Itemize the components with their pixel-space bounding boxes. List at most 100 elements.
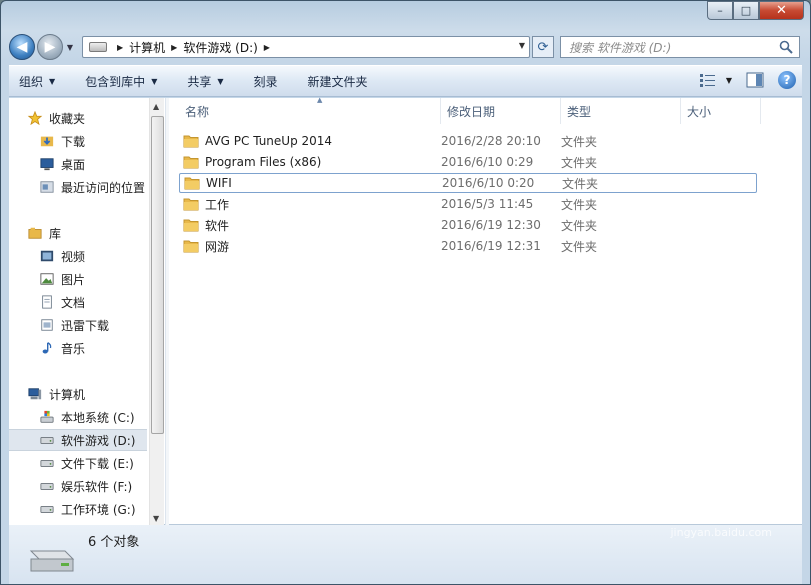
- sidebar-item-pictures[interactable]: 图片: [39, 268, 164, 290]
- forward-arrow-icon: ▶: [44, 39, 56, 55]
- breadcrumb-separator-icon[interactable]: ▶: [171, 43, 177, 52]
- refresh-icon: ⟳: [537, 39, 549, 55]
- sidebar-item-label: 迅雷下载: [61, 318, 110, 333]
- sidebar-item-recent-places[interactable]: 最近访问的位置: [39, 176, 164, 198]
- sidebar-item-drive-g[interactable]: 工作环境 (G:): [39, 498, 164, 520]
- documents-icon: [42, 295, 52, 309]
- share-label: 共享: [187, 74, 212, 89]
- sidebar-item-label: 本地系统 (C:): [61, 410, 135, 425]
- chevron-down-icon: ▼: [217, 76, 224, 86]
- include-in-library-label: 包含到库中: [85, 74, 146, 89]
- sidebar-item-desktop[interactable]: 桌面: [39, 153, 164, 175]
- sidebar-item-label: 视频: [61, 249, 86, 264]
- chevron-down-icon: ▼: [49, 76, 56, 86]
- video-icon: [40, 250, 54, 262]
- column-header-label: 类型: [567, 104, 592, 119]
- sidebar-item-label: 图片: [61, 272, 86, 287]
- change-view-button[interactable]: ▼: [699, 73, 732, 87]
- new-folder-button[interactable]: 新建文件夹: [308, 73, 368, 90]
- help-button[interactable]: ?: [778, 71, 796, 89]
- column-header-name[interactable]: 名称 ▲: [179, 96, 441, 124]
- star-icon: [27, 111, 43, 125]
- file-type: 文件夹: [561, 197, 598, 212]
- drive-icon: [40, 505, 54, 513]
- breadcrumb-separator-icon[interactable]: ▶: [264, 43, 270, 52]
- sidebar-item-drive-f[interactable]: 娱乐软件 (F:): [39, 475, 164, 497]
- file-row[interactable]: 工作 2016/5/3 11:45 文件夹: [179, 194, 757, 214]
- file-row[interactable]: 软件 2016/6/19 12:30 文件夹: [179, 215, 757, 235]
- refresh-button[interactable]: ⟳: [532, 36, 554, 58]
- file-row[interactable]: AVG PC TuneUp 2014 2016/2/28 20:10 文件夹: [179, 131, 757, 151]
- drive-icon: [89, 42, 107, 52]
- close-button[interactable]: ✕: [759, 1, 804, 20]
- preview-pane-button[interactable]: [746, 72, 764, 88]
- sidebar-item-label: 文件下载 (E:): [61, 456, 134, 471]
- command-bar-right: ▼ ?: [686, 71, 796, 89]
- file-type: 文件夹: [561, 155, 598, 170]
- file-row[interactable]: 网游 2016/6/19 12:31 文件夹: [179, 236, 757, 256]
- search-input[interactable]: 搜索 软件游戏 (D:): [569, 39, 671, 56]
- drive-large-icon: [29, 550, 75, 572]
- drive-icon: [40, 482, 54, 490]
- file-name: 网游: [205, 239, 230, 254]
- burn-button[interactable]: 刻录: [254, 73, 278, 90]
- sidebar-item-label: 文档: [61, 295, 86, 310]
- file-type: 文件夹: [561, 134, 598, 149]
- back-button[interactable]: ◀: [9, 34, 35, 60]
- forward-button[interactable]: ▶: [37, 34, 63, 60]
- address-history-dropdown[interactable]: ▼: [519, 41, 525, 50]
- column-header-date[interactable]: 修改日期: [441, 98, 561, 124]
- sidebar-item-libraries[interactable]: 库: [27, 222, 164, 244]
- recent-pages-dropdown[interactable]: ▼: [64, 43, 76, 52]
- column-header-size[interactable]: 大小: [681, 98, 761, 124]
- sidebar-item-videos[interactable]: 视频: [39, 245, 164, 267]
- sidebar-item-documents[interactable]: 文档: [39, 291, 164, 313]
- minimize-button[interactable]: –: [707, 1, 733, 20]
- folder-icon: [183, 198, 199, 211]
- drive-icon: [40, 436, 54, 444]
- sidebar-item-downloads[interactable]: 下载: [39, 130, 164, 152]
- folder-icon: [183, 219, 199, 232]
- column-header-type[interactable]: 类型: [561, 98, 681, 124]
- file-date: 2016/5/3 11:45: [441, 197, 534, 211]
- command-bar: 组织 ▼ 包含到库中 ▼ 共享 ▼ 刻录 新建文件夹 ▼ ?: [9, 65, 802, 97]
- file-row[interactable]: Program Files (x86) 2016/6/10 0:29 文件夹: [179, 152, 757, 172]
- sidebar-item-computer[interactable]: 计算机: [27, 383, 164, 405]
- desktop-icon: [40, 158, 54, 171]
- sidebar-item-xunlei-downloads[interactable]: 迅雷下载: [39, 314, 164, 336]
- navigation-scrollbar[interactable]: ▲ ▼: [149, 98, 164, 525]
- include-in-library-menu[interactable]: 包含到库中 ▼: [85, 73, 157, 90]
- file-name: 软件: [205, 218, 230, 233]
- file-row[interactable]: WIFI 2016/6/10 0:20 文件夹: [179, 173, 757, 193]
- scroll-down-arrow-icon[interactable]: ▼: [153, 514, 159, 523]
- sidebar-item-drive-c[interactable]: 本地系统 (C:): [39, 406, 164, 428]
- file-name: AVG PC TuneUp 2014: [205, 134, 333, 148]
- address-bar[interactable]: ▶ 计算机 ▶ 软件游戏 (D:) ▶ ▼: [82, 36, 530, 58]
- drive-icon: [40, 459, 54, 467]
- organize-menu[interactable]: 组织 ▼: [19, 73, 55, 90]
- sidebar-item-label: 最近访问的位置: [61, 180, 146, 195]
- share-menu[interactable]: 共享 ▼: [187, 73, 223, 90]
- search-icon[interactable]: [779, 40, 793, 54]
- sidebar-item-label: 计算机: [49, 387, 86, 402]
- file-date: 2016/6/19 12:30: [441, 218, 541, 232]
- breadcrumb-computer[interactable]: 计算机: [129, 39, 165, 56]
- maximize-button[interactable]: □: [733, 1, 759, 20]
- breadcrumb-drive-d[interactable]: 软件游戏 (D:): [183, 39, 257, 56]
- help-icon: ?: [783, 73, 791, 87]
- scroll-up-arrow-icon[interactable]: ▲: [153, 102, 159, 111]
- music-icon: [42, 342, 52, 354]
- preview-pane-icon: [746, 72, 764, 88]
- download-library-icon: [41, 319, 53, 331]
- navigation-bar: ◀ ▶ ▼ ▶ 计算机 ▶ 软件游戏 (D:) ▶ ▼ ⟳ 搜索 软件游戏 (D…: [9, 32, 802, 62]
- scrollbar-thumb[interactable]: [151, 116, 164, 434]
- file-date: 2016/2/28 20:10: [441, 134, 541, 148]
- sidebar-item-music[interactable]: 音乐: [39, 337, 164, 359]
- breadcrumb-separator-icon[interactable]: ▶: [117, 43, 123, 52]
- sidebar-item-drive-d[interactable]: 软件游戏 (D:): [9, 429, 147, 451]
- sidebar-item-favorites[interactable]: 收藏夹: [27, 107, 164, 129]
- downloads-folder-icon: [40, 136, 54, 147]
- view-list-icon: [699, 74, 715, 87]
- search-box[interactable]: 搜索 软件游戏 (D:): [560, 36, 800, 58]
- sidebar-item-drive-e[interactable]: 文件下载 (E:): [39, 452, 164, 474]
